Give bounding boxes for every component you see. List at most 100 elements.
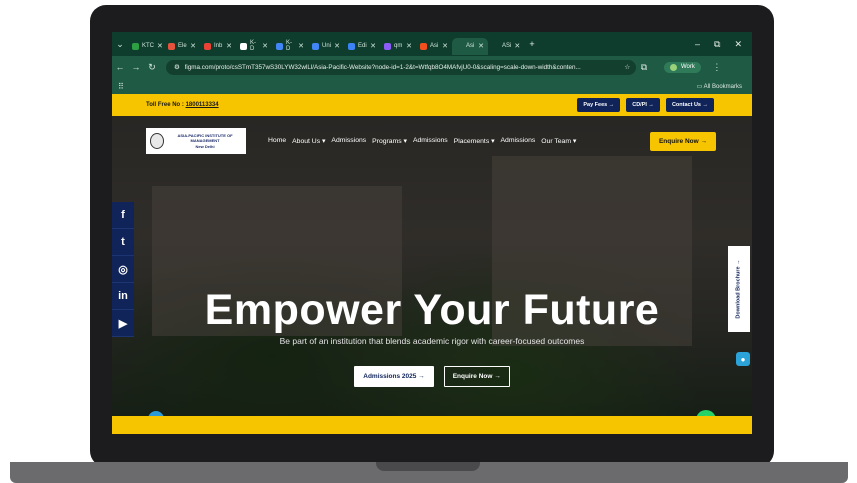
browser-tab[interactable]: K-D ✕ (272, 38, 308, 55)
hero-headline: Empower Your Future (204, 286, 660, 334)
tab-favicon-icon (456, 42, 463, 50)
maximize-button[interactable]: ⧉ (714, 39, 720, 50)
tab-label: K-D (250, 40, 256, 52)
url-text: figma.com/proto/csSTmT357wS30LYW32wlLl/A… (184, 63, 581, 71)
profile-button[interactable]: Work (664, 61, 701, 73)
bottom-yellow-strip (112, 416, 752, 434)
nav-our-team[interactable]: Our Team ▾ (541, 137, 576, 145)
logo-line-1: ASIA-PACIFIC INSTITUTE OF MANAGEMENT (177, 133, 233, 144)
tab-close-icon[interactable]: ✕ (334, 42, 340, 50)
hero-cta-group: Admissions 2025 → Enquire Now → (112, 366, 752, 387)
tab-label: Uni (322, 43, 332, 49)
tab-favicon-icon (384, 42, 391, 50)
tab-label: qm (394, 43, 403, 49)
browser-tab[interactable]: Uni ✕ (308, 38, 344, 55)
tab-label: Ele (178, 43, 187, 49)
tab-label: Inb (214, 43, 223, 49)
tab-close-icon[interactable]: ✕ (157, 42, 163, 50)
tab-close-icon[interactable]: ✕ (478, 42, 484, 50)
apps-grid-icon[interactable]: ⠿ (118, 82, 124, 91)
tab-favicon-icon (276, 42, 283, 50)
new-tab-button[interactable]: + (524, 39, 540, 49)
chat-widget-icon[interactable]: ● (736, 352, 750, 366)
browser-tab[interactable]: Asi ✕ (452, 37, 488, 55)
youtube-icon[interactable]: ▶ (112, 310, 134, 337)
browser-tab[interactable]: Asi ✕ (416, 38, 452, 55)
hero-subline: Be part of an institution that blends ac… (279, 336, 585, 346)
browser-tab[interactable]: Ele ✕ (164, 38, 200, 55)
bookmarks-bar: ⠿ ▭ All Bookmarks (112, 78, 752, 94)
site-info-icon[interactable]: ⚙ (174, 64, 180, 71)
cdpi-button[interactable]: CD/PI → (626, 98, 660, 112)
all-bookmarks-button[interactable]: ▭ All Bookmarks (697, 83, 742, 90)
all-bookmarks-label: All Bookmarks (703, 83, 742, 90)
menu-kebab-icon[interactable]: ⋮ (709, 62, 725, 73)
website-viewport: Toll Free No : 1800113334 Pay Fees → CD/… (112, 94, 752, 434)
nav-admissions[interactable]: Admissions (413, 137, 448, 145)
tab-favicon-icon (492, 42, 499, 50)
reload-icon[interactable]: ↻ (144, 62, 160, 73)
browser-tab[interactable]: qm ✕ (380, 38, 416, 55)
contact-us-button[interactable]: Contact Us → (665, 98, 714, 112)
tab-label: KTC (142, 43, 154, 49)
back-icon[interactable]: ← (112, 62, 128, 72)
tab-label: Asi (430, 43, 439, 49)
browser-tab[interactable]: Edi ✕ (344, 38, 380, 55)
logo-line-2: New Delhi (195, 143, 215, 149)
tab-search-icon[interactable]: ⌄ (112, 39, 128, 50)
tab-close-icon[interactable]: ✕ (298, 42, 304, 50)
tab-close-icon[interactable]: ✕ (190, 42, 196, 50)
bookmark-star-icon[interactable]: ☆ (624, 64, 630, 71)
tab-close-icon[interactable]: ✕ (262, 42, 268, 50)
laptop-notch (376, 462, 480, 471)
nav-admissions[interactable]: Admissions (331, 137, 366, 145)
hero-section: ASIA-PACIFIC INSTITUTE OF MANAGEMENT New… (112, 116, 752, 416)
download-brochure-tab[interactable]: Download Brochure → (728, 246, 750, 332)
toll-free-label: Toll Free No : (146, 102, 184, 108)
nav-programs[interactable]: Programs ▾ (372, 137, 407, 145)
minimize-button[interactable]: – (695, 39, 700, 50)
tab-favicon-icon (348, 42, 355, 50)
nav-about-us[interactable]: About Us ▾ (292, 137, 325, 145)
tab-close-icon[interactable]: ✕ (370, 42, 376, 50)
institute-logo[interactable]: ASIA-PACIFIC INSTITUTE OF MANAGEMENT New… (146, 128, 246, 154)
tab-close-icon[interactable]: ✕ (406, 42, 412, 50)
tab-favicon-icon (132, 42, 139, 50)
admissions-2025-button[interactable]: Admissions 2025 → (354, 366, 434, 387)
browser-tab[interactable]: Inb ✕ (200, 38, 236, 55)
top-info-strip: Toll Free No : 1800113334 Pay Fees → CD/… (112, 94, 752, 116)
toll-free-text: Toll Free No : 1800113334 (146, 102, 219, 108)
tab-close-icon[interactable]: ✕ (226, 42, 232, 50)
tab-favicon-icon (420, 42, 427, 50)
pay-fees-button[interactable]: Pay Fees → (577, 98, 621, 112)
instagram-icon[interactable]: ◎ (112, 256, 134, 283)
browser-tab[interactable]: K-D ✕ (236, 38, 272, 55)
tab-label: ASi (502, 43, 512, 49)
forward-icon[interactable]: → (128, 62, 144, 72)
facebook-icon[interactable]: f (112, 202, 134, 229)
extensions-icon[interactable]: ⧉ (636, 62, 652, 73)
window-controls: – ⧉ ✕ (695, 39, 752, 50)
url-input[interactable]: ⚙ figma.com/proto/csSTmT357wS30LYW32wlLl… (166, 59, 636, 75)
main-nav: ASIA-PACIFIC INSTITUTE OF MANAGEMENT New… (112, 126, 752, 156)
tab-close-icon[interactable]: ✕ (514, 42, 520, 50)
enquire-now-hero-button[interactable]: Enquire Now → (443, 366, 510, 387)
tab-close-icon[interactable]: ✕ (442, 42, 448, 50)
institute-seal-icon (150, 133, 165, 149)
browser-tab[interactable]: KTC ✕ (128, 38, 164, 55)
browser-tab[interactable]: ASi ✕ (488, 38, 524, 55)
enquire-now-button[interactable]: Enquire Now → (649, 131, 716, 151)
tab-favicon-icon (312, 42, 319, 50)
linkedin-icon[interactable]: in (112, 283, 134, 310)
close-window-button[interactable]: ✕ (734, 39, 742, 50)
nav-placements[interactable]: Placements ▾ (454, 137, 495, 145)
nav-home[interactable]: Home (268, 137, 286, 145)
twitter-icon[interactable]: t (112, 229, 134, 256)
nav-menu: Home About Us ▾ Admissions Programs ▾ Ad… (268, 137, 576, 145)
social-sidebar: f t ◎ in ▶ (112, 202, 134, 337)
toll-free-number[interactable]: 1800113334 (186, 102, 219, 108)
tab-label: K-D (286, 40, 292, 52)
nav-admissions[interactable]: Admissions (501, 137, 536, 145)
logo-text: ASIA-PACIFIC INSTITUTE OF MANAGEMENT New… (168, 133, 242, 149)
browser-address-row: ← → ↻ ⚙ figma.com/proto/csSTmT357wS30LYW… (112, 56, 752, 78)
